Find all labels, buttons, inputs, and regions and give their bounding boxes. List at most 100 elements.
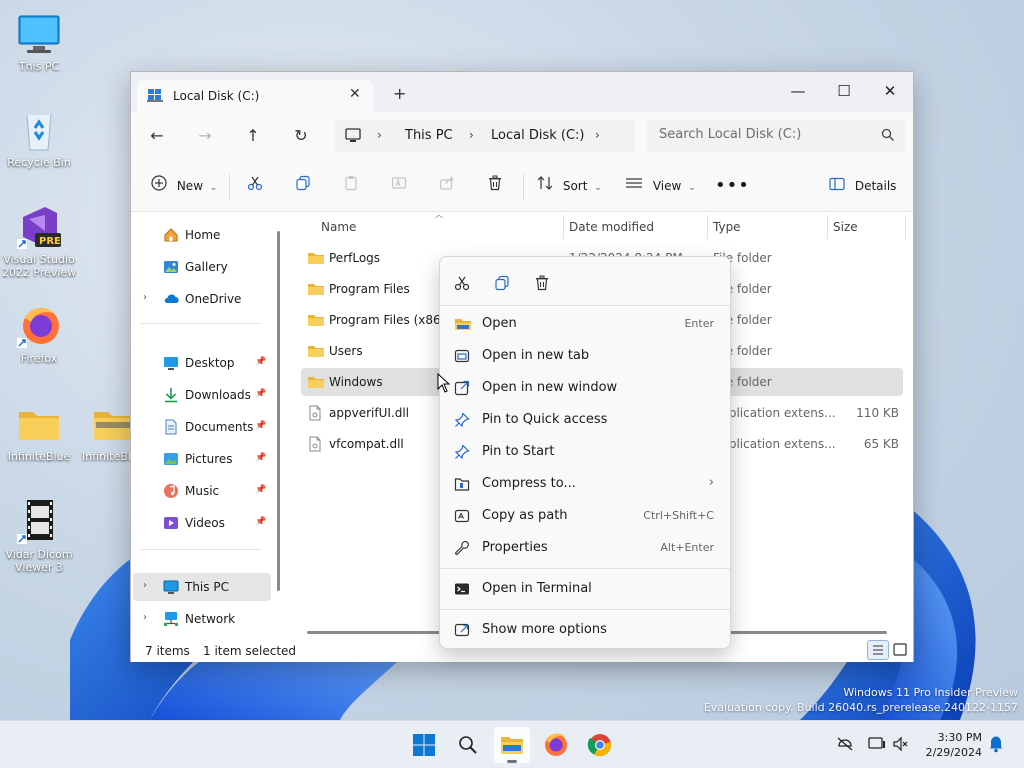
nav-label: OneDrive [185,292,242,306]
nav-item-videos[interactable]: Videos 📌 [133,509,271,537]
desktop-icon-infiniteblue[interactable]: InfiniteBlue [0,400,78,463]
nav-item-pictures[interactable]: Pictures 📌 [133,445,271,473]
chevron-right-icon[interactable]: › [143,612,147,623]
context-cut-button[interactable] [448,271,476,295]
notification-bell-icon[interactable] [988,735,1004,756]
pin-icon [454,412,470,431]
network-disconnected-icon[interactable] [836,736,854,755]
maximize-icon[interactable]: ☐ [821,77,867,105]
desktop-icon-this-pc[interactable]: This PC [0,10,78,73]
context-item-pin-start[interactable]: Pin to Start [446,437,724,467]
copy-button[interactable] [295,174,311,198]
new-button[interactable]: New ⌄ [151,174,217,198]
search-icon[interactable] [881,128,895,145]
more-options-icon[interactable]: ••• [715,174,750,198]
sort-button[interactable]: Sort ⌄ [537,174,602,198]
pin-icon[interactable]: 📌 [255,517,266,527]
divider [229,174,230,200]
context-item-show-more-options[interactable]: Show more options [446,615,724,645]
context-item-compress[interactable]: Compress to... › [446,469,724,499]
navigation-pane: Home Gallery › OneDrive Desktop 📌 Downlo… [131,213,285,633]
column-header-type[interactable]: Type [713,220,741,234]
new-tab-icon[interactable]: + [393,84,406,103]
context-delete-button[interactable] [528,271,556,295]
nav-item-desktop[interactable]: Desktop 📌 [133,349,271,377]
display-icon[interactable] [868,736,886,755]
tab-close-icon[interactable]: ✕ [349,86,361,102]
nav-scrollbar[interactable] [277,231,280,591]
tab-local-disk[interactable]: Local Disk (C:) ✕ [137,80,373,112]
volume-muted-icon[interactable] [892,736,910,755]
nav-item-home[interactable]: Home [133,221,271,249]
context-copy-button[interactable] [488,271,516,295]
divider [440,609,730,610]
nav-item-this-pc[interactable]: › This PC [133,573,271,601]
desktop-icon-visual-studio[interactable]: PRE Visual Studio 2022 Preview [0,203,78,279]
search-taskbar-button[interactable] [450,727,486,763]
rename-button[interactable] [391,174,407,198]
copy-icon [495,275,509,291]
context-item-open-terminal[interactable]: Open in Terminal [446,574,724,604]
back-arrow-icon[interactable]: ← [145,124,169,148]
file-name: PerfLogs [329,251,381,265]
taskbar-chrome[interactable] [582,727,618,763]
context-item-copy-as-path[interactable]: Copy as path Ctrl+Shift+C [446,501,724,531]
column-header-date[interactable]: Date modified [569,220,654,234]
desktop-icon-label: Firefox [20,352,58,365]
context-item-pin-quick-access[interactable]: Pin to Quick access [446,405,724,435]
desktop-icon-vidar-dicom[interactable]: Vidar Dicom Viewer 3 [0,498,78,574]
pin-icon[interactable]: 📌 [255,389,266,399]
start-button[interactable] [406,727,442,763]
cut-button[interactable] [247,174,263,198]
refresh-icon[interactable]: ↻ [289,124,313,148]
zip-folder-icon [454,476,470,495]
nav-item-music[interactable]: Music 📌 [133,477,271,505]
pin-icon[interactable]: 📌 [255,485,266,495]
new-label: New [176,179,204,193]
context-item-open[interactable]: Open Enter [446,309,724,339]
details-view-button[interactable] [867,640,889,660]
desktop-icon-infiniteblue-zip[interactable]: InfiniteBl [74,400,136,463]
breadcrumb-this-pc[interactable]: This PC [405,128,453,143]
context-item-open-new-tab[interactable]: Open in new tab [446,341,724,371]
pin-icon[interactable]: 📌 [255,453,266,463]
file-name: Windows [329,375,383,389]
taskbar-firefox[interactable] [538,727,574,763]
breadcrumb-local-disk[interactable]: Local Disk (C:) [491,128,584,143]
pin-icon[interactable]: 📌 [255,421,266,431]
desktop-icon-label: InfiniteBlue [7,450,71,463]
nav-item-network[interactable]: › Network [133,605,271,633]
search-box[interactable] [647,120,905,152]
document-icon [163,419,179,438]
desktop-icon [163,355,179,374]
chevron-right-icon[interactable]: › [595,128,600,142]
pin-icon[interactable]: 📌 [255,357,266,367]
thumbnail-view-icon[interactable] [893,643,907,660]
breadcrumb[interactable]: › This PC › Local Disk (C:) › [335,120,635,152]
search-input[interactable] [659,127,859,142]
desktop-icon-firefox[interactable]: Firefox [0,302,78,365]
column-header-name[interactable]: Name [321,220,356,234]
close-window-icon[interactable]: ✕ [867,77,913,105]
view-button[interactable]: View ⌄ [625,174,696,198]
column-header-size[interactable]: Size [833,220,858,234]
chevron-right-icon[interactable]: › [143,580,147,591]
nav-item-gallery[interactable]: Gallery [133,253,271,281]
system-clock[interactable]: 3:30 PM 2/29/2024 [916,730,982,760]
nav-item-onedrive[interactable]: › OneDrive [133,285,271,313]
details-pane-button[interactable]: Details [829,174,896,198]
context-item-properties[interactable]: Properties Alt+Enter [446,533,724,563]
share-button[interactable] [439,174,455,198]
taskbar-file-explorer[interactable] [494,727,530,763]
nav-item-downloads[interactable]: Downloads 📌 [133,381,271,409]
minimize-icon[interactable]: — [775,77,821,105]
desktop-icon-recycle-bin[interactable]: Recycle Bin [0,106,78,169]
command-bar: New ⌄ Sort ⌄ View ⌄ ••• Details [131,160,913,212]
context-item-open-new-window[interactable]: Open in new window [446,373,724,403]
up-arrow-icon[interactable]: ↑ [241,124,265,148]
delete-button[interactable] [487,174,503,198]
chevron-right-icon[interactable]: › [143,292,147,303]
paste-button[interactable] [343,174,359,198]
forward-arrow-icon[interactable]: → [193,124,217,148]
nav-item-documents[interactable]: Documents 📌 [133,413,271,441]
